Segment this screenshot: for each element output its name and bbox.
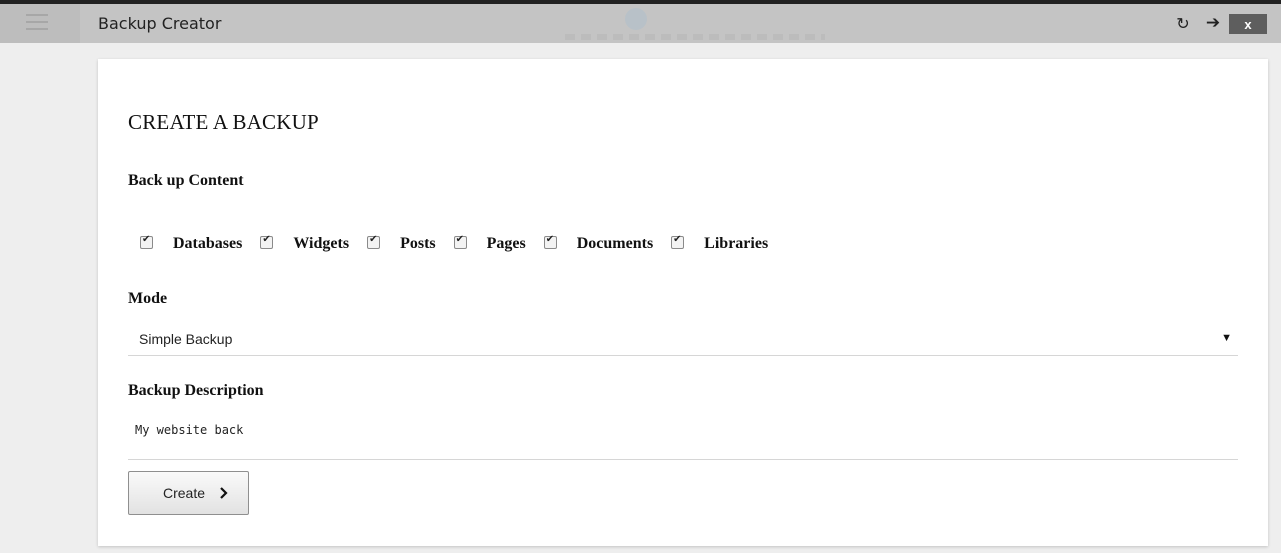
backup-form-card: CREATE A BACKUP Back up Content Database… bbox=[98, 59, 1268, 546]
checkbox-label: Libraries bbox=[704, 235, 769, 252]
checkbox-item-posts[interactable]: Posts bbox=[367, 234, 436, 253]
checkbox-pages[interactable] bbox=[453, 234, 467, 249]
checkbox-widgets[interactable] bbox=[260, 234, 274, 249]
background-tagline-decoration bbox=[565, 34, 825, 40]
checkbox-documents[interactable] bbox=[543, 234, 557, 249]
checkbox-label: Posts bbox=[400, 235, 436, 252]
checkbox-libraries[interactable] bbox=[671, 234, 685, 249]
checkbox-label: Pages bbox=[486, 235, 526, 252]
mode-label: Mode bbox=[128, 290, 168, 307]
mode-select[interactable]: Simple Backup ▼ bbox=[128, 326, 1238, 356]
description-value: My website back bbox=[135, 423, 244, 437]
checkbox-label: Databases bbox=[173, 235, 243, 252]
checkbox-item-databases[interactable]: Databases bbox=[140, 234, 243, 253]
description-label: Backup Description bbox=[128, 382, 264, 399]
arrow-right-icon[interactable]: ➔ bbox=[1202, 12, 1224, 34]
window-header: Backup Creator ↻ ➔ x bbox=[0, 4, 1281, 43]
checkbox-label: Documents bbox=[576, 235, 654, 252]
create-button[interactable]: Create bbox=[128, 471, 249, 515]
content-section-label: Back up Content bbox=[128, 172, 244, 189]
checkbox-databases[interactable] bbox=[140, 234, 153, 249]
content-checkbox-group: Databases Widgets Posts Pages Documents … bbox=[140, 233, 786, 255]
checkbox-item-documents[interactable]: Documents bbox=[543, 234, 654, 253]
window-title: Backup Creator bbox=[98, 14, 222, 33]
checkbox-item-libraries[interactable]: Libraries bbox=[671, 234, 769, 253]
dropdown-arrow-icon: ▼ bbox=[1221, 332, 1232, 344]
description-input[interactable]: My website back bbox=[128, 417, 1238, 460]
checkbox-item-widgets[interactable]: Widgets bbox=[260, 234, 350, 253]
background-logo-icon bbox=[625, 8, 647, 30]
checkbox-posts[interactable] bbox=[367, 234, 381, 249]
page-title: CREATE A BACKUP bbox=[128, 110, 319, 134]
mode-selected-value: Simple Backup bbox=[139, 331, 233, 347]
hamburger-menu-icon bbox=[26, 14, 48, 30]
refresh-icon[interactable]: ↻ bbox=[1172, 12, 1194, 34]
menu-button[interactable] bbox=[0, 4, 80, 43]
chevron-right-icon bbox=[220, 487, 228, 499]
create-button-label: Create bbox=[163, 485, 206, 501]
checkbox-label: Widgets bbox=[293, 235, 350, 252]
close-button[interactable]: x bbox=[1229, 14, 1267, 34]
checkbox-item-pages[interactable]: Pages bbox=[453, 234, 526, 253]
